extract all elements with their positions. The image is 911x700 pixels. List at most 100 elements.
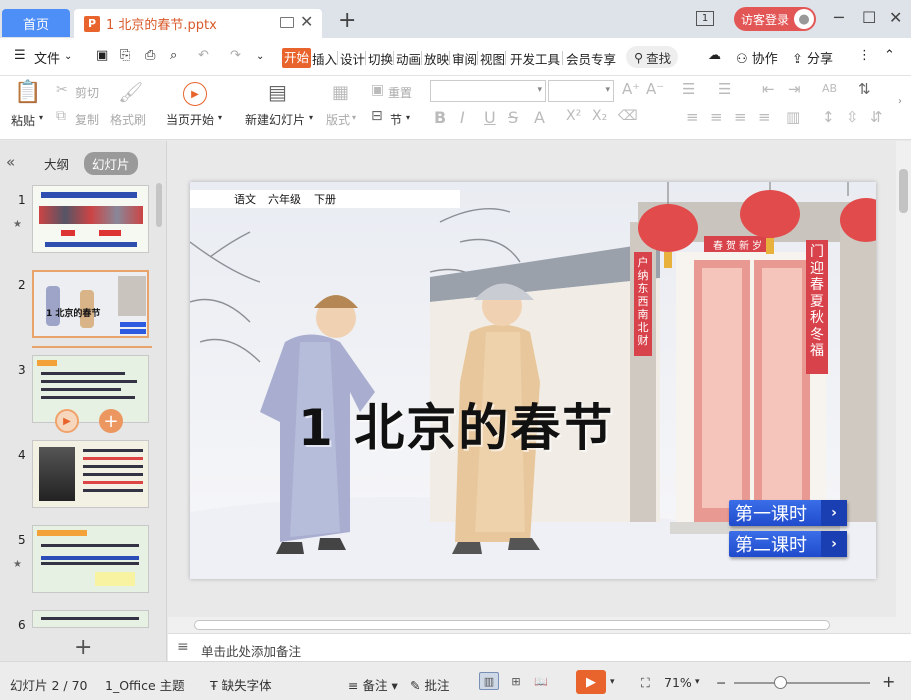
thumbnail-scrollbar[interactable]: [156, 183, 162, 227]
bullets-icon[interactable]: ☰: [682, 80, 695, 98]
align-center-icon[interactable]: ≡: [710, 108, 723, 126]
align-left-icon[interactable]: ≡: [686, 108, 699, 126]
save-icon[interactable]: ▣: [96, 48, 108, 63]
text-direction-icon[interactable]: ⇅: [858, 80, 871, 98]
zoom-out-icon[interactable]: −: [716, 675, 726, 690]
close-tab-icon[interactable]: ✕: [300, 12, 313, 31]
tab-review[interactable]: 审阅: [452, 49, 477, 68]
tab-home-ribbon[interactable]: 开始: [282, 48, 312, 68]
tab-home[interactable]: 首页: [2, 9, 70, 37]
hamburger-icon[interactable]: ☰: [14, 48, 26, 63]
redo-icon[interactable]: ↷: [230, 48, 241, 63]
add-slide-icon[interactable]: +: [99, 409, 123, 433]
justify-icon[interactable]: ≡: [758, 108, 771, 126]
tab-insert[interactable]: 插入: [312, 49, 337, 68]
section-button[interactable]: 节: [390, 111, 402, 128]
slide-thumbnail[interactable]: [32, 525, 149, 593]
font-size-select[interactable]: ▾: [548, 80, 614, 102]
decrease-indent-icon[interactable]: ⇤: [762, 80, 775, 98]
vertical-scrollbar-thumb[interactable]: [899, 169, 908, 213]
tab-animation[interactable]: 动画: [396, 49, 421, 68]
paragraph-spacing-icon[interactable]: ⇳: [846, 108, 859, 126]
lesson-one-button[interactable]: 第一课时 ›: [729, 500, 847, 526]
fit-window-icon[interactable]: ⛶: [641, 675, 650, 691]
close-window-icon[interactable]: ✕: [889, 8, 902, 27]
zoom-slider-knob[interactable]: [774, 676, 787, 689]
reset-icon[interactable]: ▣: [371, 82, 384, 98]
zoom-slider[interactable]: [734, 682, 870, 684]
slide-thumbnail-selected[interactable]: 1 北京的春节: [32, 270, 149, 338]
add-slide-button[interactable]: +: [74, 635, 92, 660]
superscript-icon[interactable]: X²: [566, 108, 581, 124]
play-from-current-icon[interactable]: ▶: [183, 82, 207, 106]
tab-design[interactable]: 设计: [340, 49, 365, 68]
tab-document[interactable]: P 1 北京的春节.pptx ✕: [74, 9, 322, 38]
window-count-icon[interactable]: 1: [696, 11, 714, 26]
start-from-current-button[interactable]: 当页开始: [166, 111, 214, 128]
format-painter-button[interactable]: 格式刷: [110, 111, 146, 128]
file-menu[interactable]: 文件: [34, 48, 60, 67]
ribbon-scroll-right-icon[interactable]: ›: [898, 96, 902, 107]
maximize-icon[interactable]: ☐: [862, 8, 876, 27]
numbering-icon[interactable]: ☰: [718, 80, 731, 98]
comments-button[interactable]: ✎ 批注: [410, 675, 449, 694]
slide-thumbnail[interactable]: [32, 185, 149, 253]
export-icon[interactable]: ⎘: [120, 48, 130, 63]
screen-icon[interactable]: [280, 17, 294, 28]
clear-format-icon[interactable]: ⌫: [618, 108, 638, 124]
new-slide-icon[interactable]: ▤: [268, 80, 287, 104]
tab-transition[interactable]: 切换: [368, 49, 393, 68]
italic-icon[interactable]: I: [460, 108, 465, 127]
lesson-two-button[interactable]: 第二课时 ›: [729, 531, 847, 557]
new-slide-button[interactable]: 新建幻灯片: [245, 111, 305, 128]
cut-icon[interactable]: ✂: [56, 82, 68, 98]
slide-thumbnail[interactable]: [32, 610, 149, 628]
font-color-icon[interactable]: A: [534, 108, 545, 127]
tab-developer[interactable]: 开发工具: [510, 49, 560, 68]
slide-thumbnail[interactable]: [32, 355, 149, 423]
zoom-dropdown-icon[interactable]: ▾: [695, 677, 700, 687]
line-spacing-icon[interactable]: ↕: [822, 108, 835, 126]
zoom-level[interactable]: 71%: [664, 675, 692, 690]
new-tab-button[interactable]: +: [338, 10, 356, 32]
tab-member[interactable]: 会员专享: [566, 49, 616, 68]
visitor-login-button[interactable]: 访客登录 ●: [734, 7, 816, 31]
horizontal-scrollbar-thumb[interactable]: [194, 620, 830, 630]
collaborate-button[interactable]: ⚇ 协作: [736, 48, 778, 67]
layout-icon[interactable]: ▦: [332, 82, 349, 103]
section-icon[interactable]: ⊟: [371, 108, 383, 124]
print-icon[interactable]: ⎙: [145, 48, 155, 63]
tab-slides[interactable]: 幻灯片: [84, 152, 138, 175]
tab-slideshow[interactable]: 放映: [424, 49, 449, 68]
collapse-ribbon-icon[interactable]: ⌃: [884, 48, 895, 63]
reading-view-icon[interactable]: 📖: [531, 672, 551, 690]
format-painter-icon[interactable]: 🖌: [118, 80, 143, 104]
reset-button[interactable]: 重置: [388, 84, 412, 101]
notes-pane[interactable]: ≡ 单击此处添加备注: [168, 633, 911, 661]
strikethrough-icon[interactable]: S: [508, 108, 518, 127]
undo-icon[interactable]: ↶: [198, 48, 209, 63]
font-name-select[interactable]: ▾: [430, 80, 546, 102]
subscript-icon[interactable]: X₂: [592, 108, 607, 124]
notes-placeholder[interactable]: 单击此处添加备注: [201, 641, 301, 660]
slide-sorter-icon[interactable]: ⊞: [506, 672, 526, 690]
tab-outline[interactable]: 大纲: [44, 154, 69, 173]
theme-name[interactable]: 1_Office 主题: [105, 675, 185, 694]
slide-thumbnail[interactable]: [32, 440, 149, 508]
layout-button[interactable]: 版式: [326, 111, 350, 128]
play-thumb-icon[interactable]: ▶: [55, 409, 79, 433]
distribute-icon[interactable]: ▥: [786, 108, 800, 126]
shrink-font-icon[interactable]: A⁻: [646, 80, 664, 98]
share-button[interactable]: ⇪ 分享: [792, 48, 833, 67]
tab-view[interactable]: 视图: [480, 49, 505, 68]
notes-button[interactable]: ≡ 备注 ▾: [348, 675, 398, 694]
quick-access-more-icon[interactable]: ⌄: [256, 51, 264, 62]
search-button[interactable]: ⚲ 查找: [626, 46, 678, 68]
cut-button[interactable]: 剪切: [75, 84, 99, 101]
minimize-icon[interactable]: ─: [834, 8, 844, 27]
missing-font-button[interactable]: Ŧ 缺失字体: [210, 675, 272, 694]
copy-icon[interactable]: ⧉: [56, 108, 66, 124]
columns-icon[interactable]: ⇵: [870, 108, 883, 126]
chevron-down-icon[interactable]: ⌄: [64, 51, 72, 62]
text-case-icon[interactable]: AB: [822, 82, 837, 95]
